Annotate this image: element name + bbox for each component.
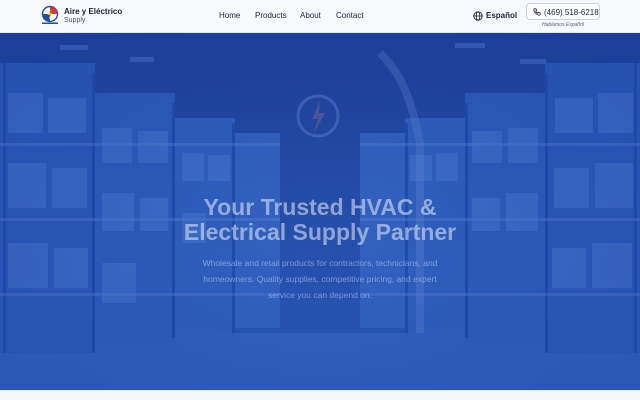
hero-title-line-1: Your Trusted HVAC &	[203, 194, 437, 220]
brand-subtitle: Supply	[64, 16, 86, 24]
phone-note: Hablamos Español	[542, 21, 584, 28]
next-section-edge	[0, 390, 640, 400]
nav-home[interactable]: Home	[219, 11, 240, 20]
globe-icon	[473, 11, 483, 21]
hero-title-line-2: Electrical Supply Partner	[183, 219, 457, 245]
phone-button[interactable]: (469) 518-6218	[526, 3, 600, 20]
nav-about[interactable]: About	[300, 11, 321, 20]
phone-number: (469) 518-6218	[544, 7, 599, 17]
site-header: Aire y Eléctrico Supply Home Products Ab…	[0, 0, 640, 33]
hero-subtitle: Wholesale and retail products for contra…	[202, 258, 438, 300]
nav-products[interactable]: Products	[255, 11, 287, 20]
hero-section: Your Trusted HVAC & Electrical Supply Pa…	[0, 33, 640, 390]
hero-title: Your Trusted HVAC & Electrical Supply Pa…	[120, 195, 520, 245]
phone-icon	[533, 8, 541, 16]
nav-contact[interactable]: Contact	[336, 11, 364, 20]
brand-name[interactable]: Aire y Eléctrico	[64, 7, 122, 16]
language-label: Español	[486, 11, 518, 20]
brand-logo[interactable]	[40, 5, 60, 25]
